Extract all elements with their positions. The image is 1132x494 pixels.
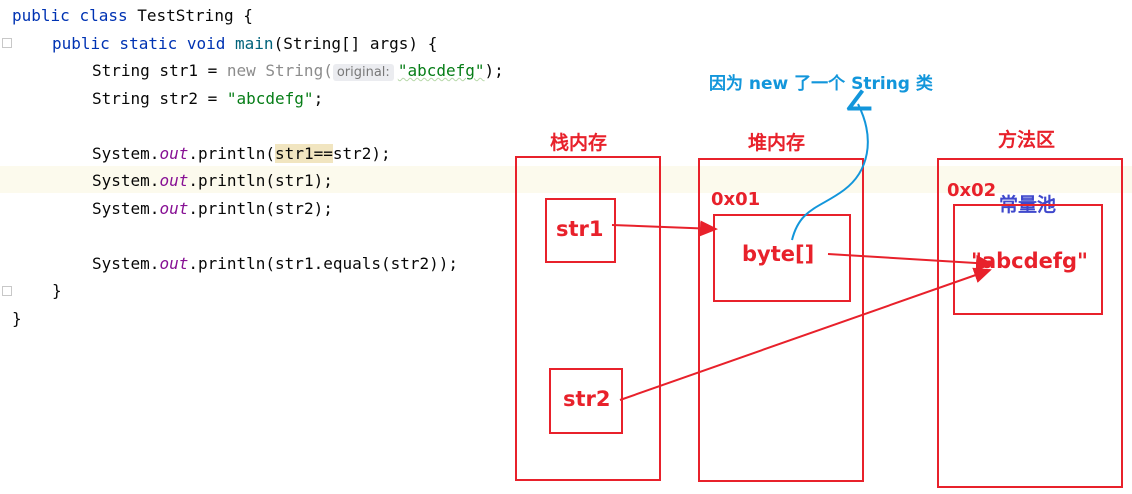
arrows-layer [611, 0, 994, 401]
arrow-bytes-to-pool [827, 253, 994, 272]
arrow-str2-to-pool [619, 267, 992, 401]
arrow-note [791, 104, 868, 241]
arrow-str1-to-bytes [611, 220, 718, 237]
